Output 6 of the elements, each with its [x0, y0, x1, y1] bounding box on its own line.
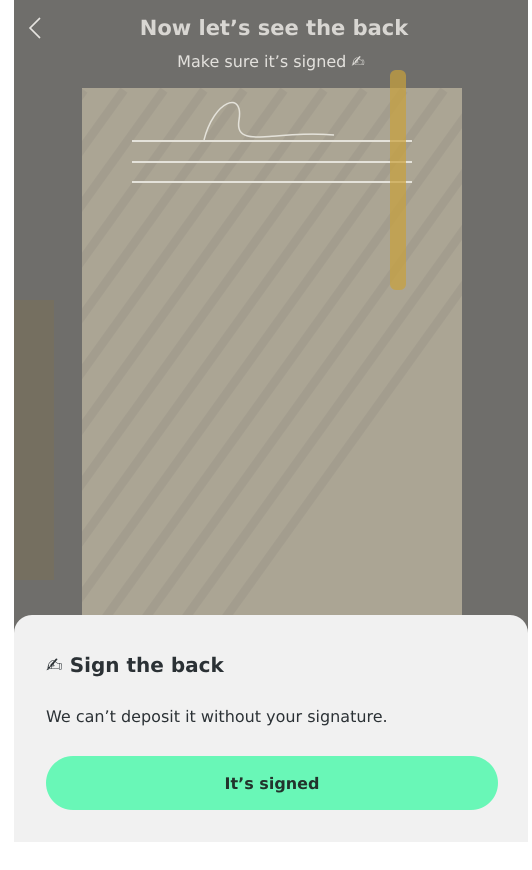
screen-subtitle: Make sure it’s signed ✍: [176, 52, 366, 71]
back-icon: [28, 16, 42, 40]
sheet-message: We can’t deposit it without your signature.: [46, 707, 389, 726]
screen-title: Now let’s see the back: [138, 16, 410, 40]
sheet-title: ✍ Sign the back: [46, 653, 225, 677]
confirm-button[interactable]: It’s signed: [46, 756, 498, 810]
